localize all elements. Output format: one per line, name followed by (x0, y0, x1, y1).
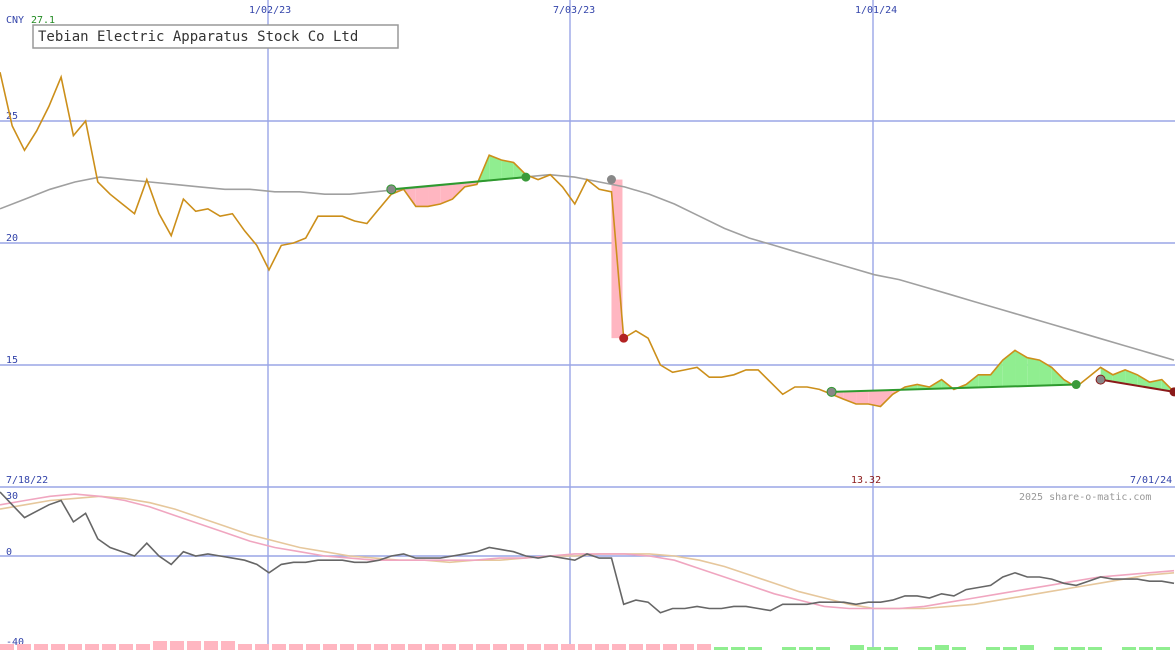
trend-fill-1-70 (856, 390, 869, 405)
volume-bar-25 (425, 644, 439, 650)
volume-bar-39 (663, 644, 677, 650)
y-tick-label-25: 25 (6, 111, 18, 122)
volume-bar-7 (119, 644, 133, 650)
grid-lines (0, 0, 1175, 650)
price-line (0, 72, 1175, 408)
drop-start-marker (606, 175, 616, 185)
volume-bar-12 (204, 641, 218, 650)
volume-bar-60 (1020, 645, 1034, 650)
volume-bar-8 (136, 644, 150, 650)
copyright: 2025 share-o-matic.com (1019, 492, 1151, 503)
volume-bar-14 (238, 644, 252, 650)
x-tick-label-2: 7/03/23 (553, 5, 595, 16)
volume-bar-36 (612, 644, 626, 650)
volume-bar-55 (935, 645, 949, 650)
volume-bar-34 (578, 644, 592, 650)
volume-bar-5 (85, 644, 99, 650)
trend-end-marker-0 (521, 172, 531, 182)
volume-bar-24 (408, 644, 422, 650)
volume-bar-19 (323, 644, 337, 650)
gain-loss-fills (391, 155, 1174, 407)
volume-bar-10 (170, 641, 184, 650)
volume-bar-0 (0, 644, 14, 650)
currency-label: CNY (6, 15, 24, 26)
x-tick-label-1: 1/02/23 (249, 5, 291, 16)
volume-bar-32 (544, 644, 558, 650)
ma-long-line (0, 173, 1175, 361)
volume-bar-2 (34, 644, 48, 650)
volume-bar-23 (391, 644, 405, 650)
volume-bar-22 (374, 644, 388, 650)
volume-bar-38 (646, 644, 660, 650)
trend-fill-1-80 (978, 374, 991, 388)
volume-bar-31 (527, 644, 541, 650)
volume-bar-15 (255, 644, 269, 650)
volume-bar-16 (272, 644, 286, 650)
trend-lines (391, 176, 1175, 393)
x-tick-label-3: 1/01/24 (855, 5, 897, 16)
volume-bar-17 (289, 644, 303, 650)
volume-bar-50 (850, 645, 864, 650)
trend-start-marker-1 (826, 386, 837, 397)
volume-bar-6 (102, 644, 116, 650)
volume-bar-40 (680, 644, 694, 650)
volume-bar-37 (629, 644, 643, 650)
start-date-label: 7/18/22 (6, 475, 48, 486)
end-date-label: 7/01/24 (1130, 475, 1172, 486)
volume-bar-3 (51, 644, 65, 650)
trend-start-marker-2 (1095, 374, 1106, 385)
trend-start-marker-0 (386, 184, 397, 195)
y-tick-label-15: 15 (6, 355, 18, 366)
trend-fill-1-84 (1027, 357, 1040, 386)
chart-title: Tebian Electric Apparatus Stock Co Ltd (38, 29, 358, 45)
stock-chart: CNY 27.1 1/02/23 7/03/23 1/01/24 25 20 1… (0, 0, 1175, 650)
volume-bar-1 (17, 644, 31, 650)
volume-bar-26 (442, 644, 456, 650)
y-tick-label-20: 20 (6, 233, 18, 244)
trend-end-marker-1 (1071, 380, 1081, 390)
osc-tick-0: 0 (6, 547, 12, 558)
volume-bar-35 (595, 644, 609, 650)
last-value-label: 13.32 (851, 475, 881, 486)
volume-bar-33 (561, 644, 575, 650)
drop-end-marker (619, 333, 629, 343)
trend-fill-0-34 (415, 185, 429, 207)
volume-bars (0, 641, 1170, 650)
volume-bar-9 (153, 641, 167, 650)
volume-bar-28 (476, 644, 490, 650)
volume-bar-13 (221, 641, 235, 650)
volume-bar-27 (459, 644, 473, 650)
trend-markers (386, 172, 1175, 397)
volume-bar-21 (357, 644, 371, 650)
volume-bar-4 (68, 644, 82, 650)
volume-bar-11 (187, 641, 201, 650)
oscillator-fast-line (0, 493, 1175, 610)
trend-fill-0-35 (428, 184, 441, 207)
oscillator-slow-line (0, 495, 1175, 610)
volume-bar-29 (493, 644, 507, 650)
trend-line-1 (831, 383, 1077, 393)
volume-bar-18 (306, 644, 320, 650)
volume-bar-41 (697, 644, 711, 650)
volume-bar-20 (340, 644, 354, 650)
volume-bar-30 (510, 644, 524, 650)
